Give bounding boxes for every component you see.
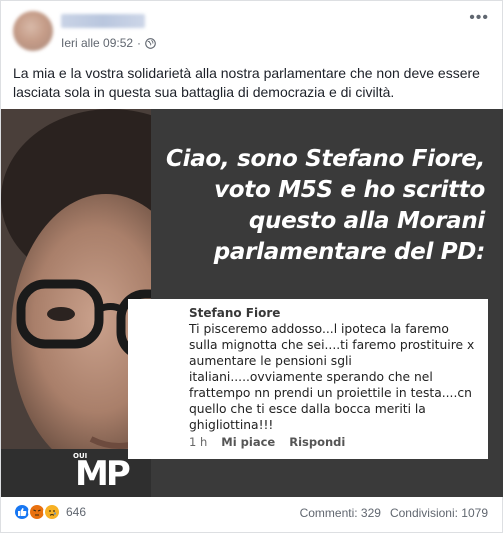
avatar[interactable]	[13, 11, 53, 51]
headline-line: Ciao, sono Stefano Fiore,	[166, 146, 485, 172]
post-text: La mia e la vostra solidarietà alla nost…	[13, 65, 480, 100]
reaction-count[interactable]: 646	[66, 505, 86, 519]
more-options-icon[interactable]: •••	[469, 10, 489, 26]
globe-icon	[145, 37, 156, 49]
headline-line: questo alla Morani	[248, 208, 485, 234]
post-image[interactable]: Ciao, sono Stefano Fiore, voto M5S e ho …	[1, 109, 503, 497]
comments-count[interactable]: Commenti: 329	[300, 506, 381, 520]
sad-reaction-icon	[43, 503, 61, 521]
comment-actions: 1 h Mi piace Rispondi	[189, 435, 345, 449]
reactions-summary[interactable]: 646	[13, 503, 86, 521]
post-meta: Ieri alle 09:52 ·	[61, 36, 156, 50]
post-timestamp[interactable]: Ieri alle 09:52	[61, 36, 133, 50]
comment-author: Stefano Fiore	[189, 306, 281, 320]
post-card: Ieri alle 09:52 · ••• La mia e la vostra…	[0, 0, 503, 533]
comment-body: Ti pisceremo addosso...l ipoteca la fare…	[189, 322, 475, 432]
comment-time: 1 h	[189, 435, 208, 449]
headline-line: voto M5S e ho scritto	[214, 177, 485, 203]
headline-line: parlamentare del PD:	[213, 239, 486, 265]
post-stats: Commenti: 329 Condivisioni: 1079	[300, 506, 488, 520]
quoted-comment: Stefano Fiore Ti pisceremo addosso...l i…	[128, 299, 488, 459]
shares-count[interactable]: Condivisioni: 1079	[390, 506, 488, 520]
image-headline: Ciao, sono Stefano Fiore, voto M5S e ho …	[157, 144, 485, 268]
mp-logo: OUI MP	[73, 452, 131, 496]
author-name-blurred[interactable]	[61, 14, 145, 28]
dot-separator: ·	[137, 36, 142, 50]
logo-big-text: MP	[75, 454, 131, 494]
comment-like: Mi piace	[221, 435, 276, 449]
comment-reply: Rispondi	[289, 435, 346, 449]
